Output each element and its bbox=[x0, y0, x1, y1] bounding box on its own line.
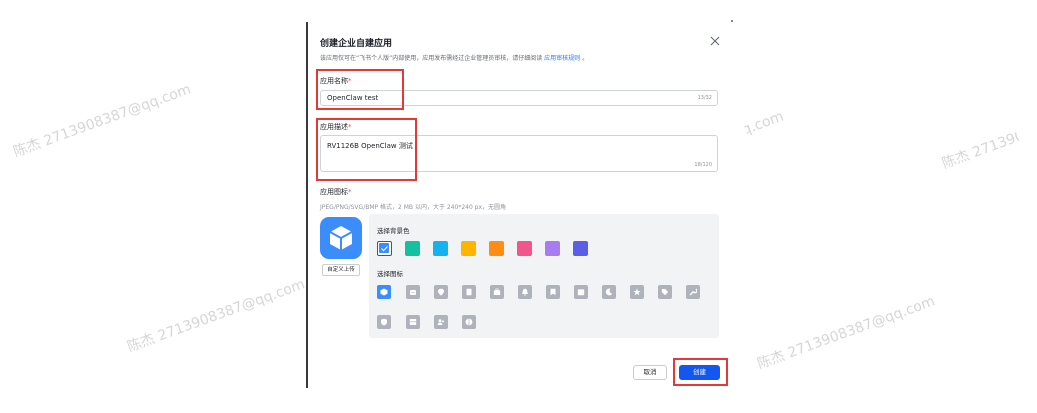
custom-upload-button[interactable]: 自定义上传 bbox=[322, 264, 360, 276]
cancel-button[interactable]: 取消 bbox=[633, 365, 667, 380]
cube-icon[interactable] bbox=[377, 285, 391, 299]
watermark: 陈杰 2713908387@qq.com bbox=[755, 293, 938, 373]
app-icon-label: 应用图标* bbox=[320, 188, 352, 196]
calendar-icon[interactable] bbox=[574, 285, 588, 299]
shield-icon[interactable] bbox=[377, 315, 391, 329]
color-swatch-pink[interactable] bbox=[517, 241, 532, 256]
char-counter: 18/120 bbox=[694, 162, 712, 168]
briefcase-icon[interactable] bbox=[490, 285, 504, 299]
dialog-title: 创建企业自建应用 bbox=[320, 39, 393, 49]
color-swatch-purple[interactable] bbox=[545, 241, 560, 256]
star-icon[interactable] bbox=[630, 285, 644, 299]
location-pin-icon[interactable] bbox=[434, 285, 448, 299]
dialog-subtitle: 该应用仅可在“飞书个人版”内部使用，应用发布需经过企业管理员审核，请仔细阅读 应… bbox=[320, 55, 589, 62]
dot-mark bbox=[731, 20, 733, 22]
color-swatch-indigo[interactable] bbox=[573, 241, 588, 256]
create-app-dialog: 创建企业自建应用 该应用仅可在“飞书个人版”内部使用，应用发布需经过企业管理员审… bbox=[308, 22, 730, 388]
color-swatch-orange[interactable] bbox=[489, 241, 504, 256]
moon-icon[interactable] bbox=[602, 285, 616, 299]
app-desc-label: 应用描述* bbox=[320, 123, 352, 131]
icon-select-title: 选择图标 bbox=[377, 270, 403, 278]
color-swatch-yellow[interactable] bbox=[461, 241, 476, 256]
globe-icon[interactable] bbox=[462, 315, 476, 329]
close-icon[interactable] bbox=[709, 35, 721, 47]
bookmark-icon[interactable] bbox=[546, 285, 560, 299]
app-icon-preview bbox=[320, 217, 362, 259]
review-rules-link[interactable]: 应用审核规则 bbox=[544, 55, 580, 62]
check-icon bbox=[381, 246, 388, 252]
bell-icon[interactable] bbox=[518, 285, 532, 299]
color-swatch-blue[interactable] bbox=[377, 241, 392, 256]
watermark: 陈杰 2713908387@qq.com bbox=[125, 276, 308, 356]
tag-icon[interactable] bbox=[658, 285, 672, 299]
icon-format-hint: JPEG/PNG/SVG/BMP 格式，2 MB 以内，大于 240*240 p… bbox=[320, 204, 507, 211]
table-icon[interactable] bbox=[406, 315, 420, 329]
char-counter: 13/32 bbox=[697, 95, 712, 101]
color-swatch-green[interactable] bbox=[405, 241, 420, 256]
contacts-icon[interactable] bbox=[434, 315, 448, 329]
wrench-icon[interactable] bbox=[686, 285, 700, 299]
icon-picker-panel: 选择背景色 选择图标 bbox=[369, 214, 719, 338]
watermark: 陈杰 2713908387@qq.com bbox=[742, 106, 786, 139]
watermark: 陈杰 2713908387@qq.com bbox=[940, 126, 1022, 173]
color-swatch-cyan[interactable] bbox=[433, 241, 448, 256]
document-icon[interactable] bbox=[462, 285, 476, 299]
app-desc-textarea[interactable]: RV1126B OpenClaw 测试 18/120 bbox=[320, 135, 718, 172]
create-button[interactable]: 创建 bbox=[679, 365, 720, 380]
robot-icon[interactable] bbox=[406, 285, 420, 299]
app-name-label: 应用名称* bbox=[320, 77, 352, 85]
cube-icon bbox=[329, 226, 353, 250]
bg-color-title: 选择背景色 bbox=[377, 227, 410, 235]
app-name-input[interactable]: OpenClaw test 13/32 bbox=[320, 90, 718, 106]
watermark: 陈杰 2713908387@qq.com bbox=[11, 81, 194, 161]
